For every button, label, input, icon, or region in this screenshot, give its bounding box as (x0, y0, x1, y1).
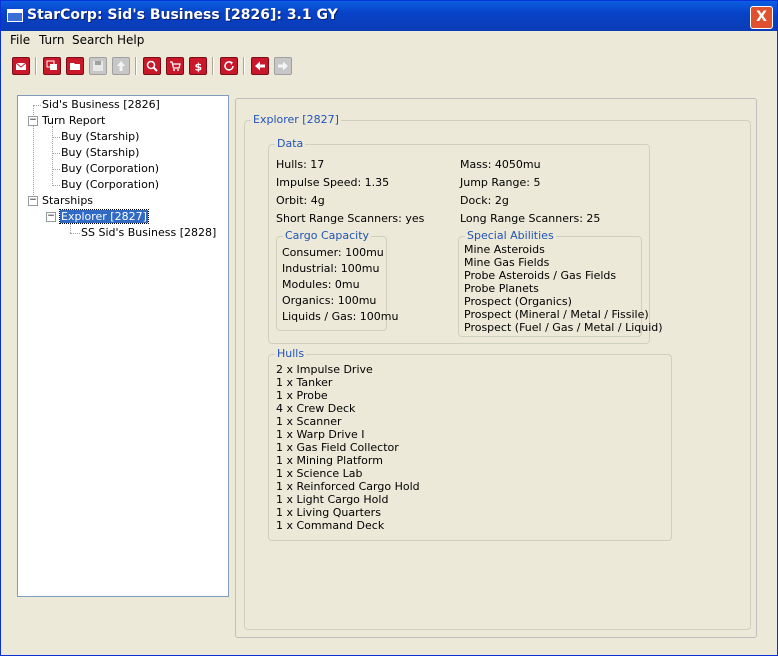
tree-item-turn[interactable]: Buy (Starship) (61, 130, 139, 143)
special-abilities-group: Special Abilities Mine Asteroids Mine Ga… (458, 229, 663, 337)
tree-item-turn[interactable]: Buy (Starship) (61, 146, 139, 159)
hull-item: 4 x Crew Deck (276, 402, 356, 415)
refresh-icon[interactable] (220, 57, 238, 75)
menu-turn[interactable]: Turn (39, 33, 64, 47)
toolbar-separator (35, 57, 37, 75)
save-icon[interactable] (89, 57, 107, 75)
mail-icon[interactable] (12, 57, 30, 75)
toolbar-separator (243, 57, 245, 75)
menu-file[interactable]: File (10, 33, 30, 47)
collapse-toggle-icon[interactable]: − (46, 212, 56, 222)
hulls-group-title: Hulls (275, 347, 307, 360)
tree-line (52, 169, 60, 170)
hull-item: 2 x Impulse Drive (276, 363, 373, 376)
tree-item-explorer[interactable]: Explorer [2827] (59, 209, 149, 224)
window-title: StarCorp: Sid's Business [2826]: 3.1 GY (27, 7, 338, 23)
cargo-capacity-group: Cargo Capacity Consumer: 100mu Industria… (276, 229, 399, 331)
ability-item: Prospect (Organics) (464, 295, 572, 308)
detail-panel: Explorer [2827] Data Hulls: 17 Impulse S… (235, 98, 757, 638)
ability-item: Prospect (Mineral / Metal / Fissile) (464, 308, 649, 321)
explorer-group-title: Explorer [2827] (251, 113, 341, 126)
app-window-icon (7, 9, 23, 22)
title-bar[interactable]: StarCorp: Sid's Business [2826]: 3.1 GY … (1, 1, 777, 31)
upload-icon[interactable] (112, 57, 130, 75)
dock-stat: Dock: 2g (460, 194, 509, 207)
mass-stat: Mass: 4050mu (460, 158, 541, 171)
hull-item: 1 x Probe (276, 389, 328, 402)
cargo-item: Consumer: 100mu (282, 246, 384, 259)
hull-item: 1 x Scanner (276, 415, 342, 428)
tree-line (52, 153, 60, 154)
data-group: Data Hulls: 17 Impulse Speed: 1.35 Orbit… (268, 137, 663, 344)
hull-item: 1 x Tanker (276, 376, 333, 389)
tree-line (70, 222, 71, 233)
menu-help[interactable]: Help (117, 33, 144, 47)
tree-line (70, 233, 80, 234)
tree-item-root[interactable]: Sid's Business [2826] (42, 98, 160, 111)
dollar-icon[interactable]: $ (189, 57, 207, 75)
menu-search[interactable]: Search (72, 33, 113, 47)
short-range-scanners-stat: Short Range Scanners: yes (276, 212, 425, 225)
cart-icon[interactable] (166, 57, 184, 75)
hull-item: 1 x Reinforced Cargo Hold (276, 480, 420, 493)
collapse-toggle-icon[interactable]: − (28, 196, 38, 206)
back-arrow-icon[interactable] (251, 57, 269, 75)
open-folder-icon[interactable] (66, 57, 84, 75)
cargo-item: Organics: 100mu (282, 294, 377, 307)
ability-item: Probe Asteroids / Gas Fields (464, 269, 617, 282)
toolbar-separator (135, 57, 137, 75)
jump-range-stat: Jump Range: 5 (460, 176, 541, 189)
long-range-scanners-stat: Long Range Scanners: 25 (460, 212, 601, 225)
orbit-stat: Orbit: 4g (276, 194, 325, 207)
tree-line (52, 137, 60, 138)
main-window: StarCorp: Sid's Business [2826]: 3.1 GY … (0, 0, 778, 656)
ability-item: Mine Asteroids (464, 243, 545, 256)
copy-window-icon[interactable] (43, 57, 61, 75)
tree-item-starships[interactable]: Starships (42, 194, 93, 207)
tree-item-turn[interactable]: Buy (Corporation) (61, 162, 159, 175)
hull-item: 1 x Mining Platform (276, 454, 383, 467)
tree-item-turn-report[interactable]: Turn Report (42, 114, 105, 127)
tree-item-turn[interactable]: Buy (Corporation) (61, 178, 159, 191)
hulls-group: Hulls 2 x Impulse Drive 1 x Tanker 1 x P… (268, 347, 672, 541)
hull-item: 1 x Gas Field Collector (276, 441, 399, 454)
hull-item: 1 x Command Deck (276, 519, 385, 532)
data-group-title: Data (275, 137, 306, 150)
cargo-item: Liquids / Gas: 100mu (282, 310, 399, 323)
cargo-item: Modules: 0mu (282, 278, 360, 291)
forward-arrow-icon[interactable] (274, 57, 292, 75)
tree-item-ss[interactable]: SS Sid's Business [2828] (81, 226, 216, 239)
collapse-toggle-icon[interactable]: − (28, 116, 38, 126)
cargo-item: Industrial: 100mu (282, 262, 380, 275)
hull-item: 1 x Warp Drive I (276, 428, 365, 441)
hull-item: 1 x Living Quarters (276, 506, 381, 519)
special-abilities-title: Special Abilities (465, 229, 556, 242)
ability-item: Prospect (Fuel / Gas / Metal / Liquid) (464, 321, 663, 334)
tree-line (52, 126, 53, 184)
impulse-speed-stat: Impulse Speed: 1.35 (276, 176, 390, 189)
hull-item: 1 x Light Cargo Hold (276, 493, 389, 506)
cargo-capacity-title: Cargo Capacity (283, 229, 372, 242)
navigation-tree[interactable]: Sid's Business [2826] − Turn Report Buy … (17, 95, 229, 597)
menu-bar: File Turn Search Help (1, 31, 777, 49)
tree-line (52, 185, 60, 186)
search-icon[interactable] (143, 57, 161, 75)
toolbar-separator (212, 57, 214, 75)
ability-item: Mine Gas Fields (464, 256, 550, 269)
explorer-group: Explorer [2827] Data Hulls: 17 Impulse S… (244, 113, 751, 630)
hull-item: 1 x Science Lab (276, 467, 363, 480)
ability-item: Probe Planets (464, 282, 539, 295)
hulls-stat: Hulls: 17 (276, 158, 325, 171)
tree-line (33, 105, 41, 106)
svg-text:$: $ (195, 61, 203, 74)
close-button[interactable]: X (750, 6, 773, 29)
